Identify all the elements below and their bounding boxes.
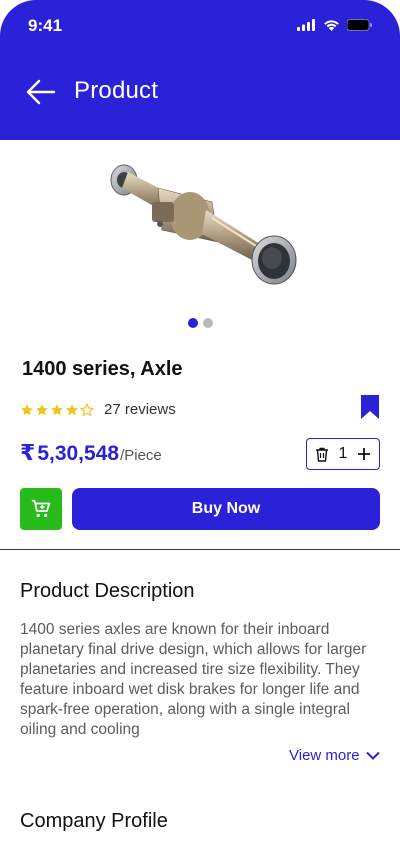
quantity-stepper: 1: [306, 438, 380, 470]
status-icons: [297, 19, 372, 31]
product-image[interactable]: [100, 158, 300, 298]
chevron-down-icon: [365, 751, 380, 760]
carousel-dot-2[interactable]: [202, 318, 213, 328]
signal-icon: [297, 19, 315, 31]
description-title: Product Description: [20, 580, 195, 602]
price-unit: /Piece: [120, 447, 162, 464]
page-title: Product: [74, 77, 159, 104]
view-more-link[interactable]: View more: [289, 747, 380, 764]
wifi-icon: [324, 20, 339, 31]
star-icon: [36, 403, 48, 415]
view-more-label: View more: [289, 747, 360, 764]
app-header: 9:41 Product: [0, 0, 400, 140]
star-icon: [21, 403, 33, 415]
back-arrow-icon[interactable]: [26, 79, 56, 105]
reviews-count[interactable]: 27 reviews: [104, 401, 176, 418]
carousel-dot-1[interactable]: [187, 318, 198, 328]
star-icon: [51, 403, 63, 415]
buy-now-button[interactable]: Buy Now: [72, 488, 380, 530]
price-row: ₹ 5,30,548 /Piece: [20, 440, 162, 466]
trash-icon[interactable]: [315, 447, 329, 462]
bookmark-icon[interactable]: [360, 394, 380, 420]
star-outline-icon: [80, 402, 94, 416]
star-icon: [66, 403, 78, 415]
product-screen: 9:41 Product 1400 series, Axle 27 review…: [0, 0, 400, 852]
battery-icon: [347, 19, 372, 31]
description-text: 1400 series axles are known for their in…: [20, 621, 367, 738]
section-divider: [0, 549, 400, 550]
product-name: 1400 series, Axle: [22, 358, 183, 380]
status-time: 9:41: [28, 16, 63, 35]
star-rating: [20, 402, 94, 417]
cart-icon: [31, 499, 51, 518]
rating-row: 27 reviews: [20, 401, 176, 418]
add-to-cart-button[interactable]: [20, 488, 62, 530]
image-carousel-dots: [0, 318, 400, 328]
rupee-symbol: ₹: [20, 440, 36, 465]
quantity-value: 1: [338, 445, 348, 462]
price-value: 5,30,548: [37, 442, 120, 465]
company-profile-title: Company Profile: [20, 810, 168, 832]
plus-icon[interactable]: [357, 447, 371, 461]
